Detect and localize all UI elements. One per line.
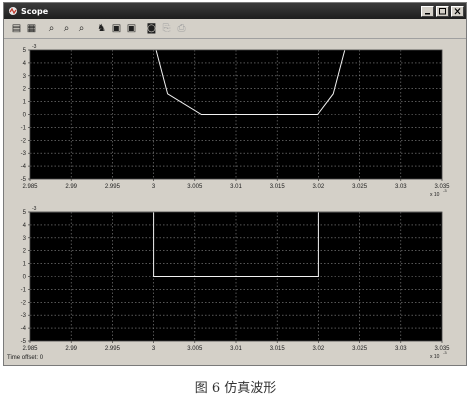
close-icon — [454, 7, 461, 14]
zoom-icon[interactable]: ⌕ — [45, 23, 58, 36]
maximize-icon — [439, 7, 446, 14]
minimize-button[interactable] — [421, 5, 434, 17]
zoom-y-icon[interactable]: ⌕ — [75, 23, 88, 36]
x-tick-label: 3.02 — [313, 184, 325, 190]
y-tick-label: -4 — [21, 164, 27, 170]
x-tick-label: 3.03 — [395, 184, 407, 190]
signal-selection-icon[interactable]: ⎙ — [175, 23, 188, 36]
scope-app-icon — [9, 7, 17, 15]
x-tick-label: 3.005 — [187, 184, 203, 190]
restore-axes-icon[interactable]: ▣ — [125, 23, 138, 36]
x-tick-label: 2.995 — [105, 346, 121, 352]
y-tick-label: -3 — [21, 151, 27, 157]
y-tick-label: 3 — [23, 74, 27, 80]
x-tick-label: 3 — [152, 184, 156, 190]
y-tick-label: 5 — [23, 48, 27, 54]
x-tick-label: 2.995 — [105, 184, 121, 190]
print-icon[interactable]: ▤ — [10, 23, 23, 36]
x-tick-label: 2.985 — [22, 346, 38, 352]
x-tick-label: 3.01 — [230, 346, 242, 352]
x-tick-label: 3 — [152, 346, 156, 352]
floating-scope-icon[interactable]: ◙ — [145, 23, 158, 36]
y-exponent-label: -3 — [32, 44, 37, 50]
x-tick-label: 3.025 — [352, 184, 368, 190]
zoom-x-icon[interactable]: ⌕ — [60, 23, 73, 36]
y-tick-label: 5 — [23, 210, 27, 216]
x-tick-label: 3.02 — [313, 346, 325, 352]
y-tick-label: -1 — [21, 287, 27, 293]
y-tick-label: -2 — [21, 138, 27, 144]
y-tick-label: 4 — [23, 61, 27, 67]
x-tick-label: 3.03 — [395, 346, 407, 352]
y-tick-label: -2 — [21, 300, 27, 306]
x-tick-label: 2.99 — [65, 184, 77, 190]
save-axes-icon[interactable]: ▣ — [110, 23, 123, 36]
figure-caption: 图 6 仿真波形 — [194, 381, 277, 396]
y-tick-label: -1 — [21, 125, 27, 131]
y-exponent-label: -3 — [32, 206, 37, 212]
x-tick-label: 3.01 — [230, 184, 242, 190]
close-button[interactable] — [451, 5, 464, 17]
y-tick-label: 1 — [23, 100, 27, 106]
y-tick-label: 2 — [23, 249, 27, 255]
x-tick-label: 3.005 — [187, 346, 203, 352]
minimize-icon — [425, 12, 430, 14]
y-tick-label: 0 — [23, 275, 27, 281]
time-offset-label: Time offset: — [7, 355, 39, 361]
x-tick-label: 2.985 — [22, 184, 38, 190]
y-tick-label: -5 — [21, 339, 27, 345]
toolbar: ▤ ▦ ⌕ ⌕ ⌕ ♞ ▣ ▣ ◙ ⎘ ⎙ — [4, 20, 466, 39]
maximize-button[interactable] — [436, 5, 449, 17]
lower-scope-axes[interactable]: -3 2.985 2.99 2.995 3 3.005 3.01 3.015 3.02 3.025… — [4, 201, 466, 363]
y-tick-label: 0 — [23, 113, 27, 119]
window-title: Scope — [21, 6, 49, 16]
y-tick-label: 4 — [23, 223, 27, 229]
x-tick-label: 3.025 — [352, 346, 368, 352]
x-tick-label: 3.015 — [270, 346, 286, 352]
autoscale-icon[interactable]: ♞ — [95, 23, 108, 36]
y-tick-label: 1 — [23, 262, 27, 268]
y-tick-label: -3 — [21, 313, 27, 319]
x-exponent-label: x 10 — [430, 192, 440, 198]
y-tick-label: 3 — [23, 236, 27, 242]
x-tick-label: 2.99 — [65, 346, 77, 352]
lock-axes-icon[interactable]: ⎘ — [160, 23, 173, 36]
parameters-icon[interactable]: ▦ — [25, 23, 38, 36]
title-bar[interactable]: Scope — [4, 3, 466, 19]
x-exponent-label: x 10 — [430, 354, 440, 360]
time-offset-status: Time offset: 0 — [7, 355, 43, 361]
y-tick-label: -4 — [21, 326, 27, 332]
y-tick-label: -5 — [21, 177, 27, 183]
x-tick-label: 3.015 — [270, 184, 286, 190]
time-offset-value: 0 — [39, 355, 44, 361]
y-tick-label: 2 — [23, 87, 27, 93]
upper-scope-axes[interactable]: -3 2.985 2.99 2.995 3 3.005 3.01 3.015 3.02 3.025… — [4, 39, 466, 201]
scope-window: Scope ▤ ▦ ⌕ ⌕ ⌕ ♞ ▣ ▣ ◙ ⎘ ⎙ -3 2.985 2.99 2.995 3 3.005… — [3, 2, 467, 366]
